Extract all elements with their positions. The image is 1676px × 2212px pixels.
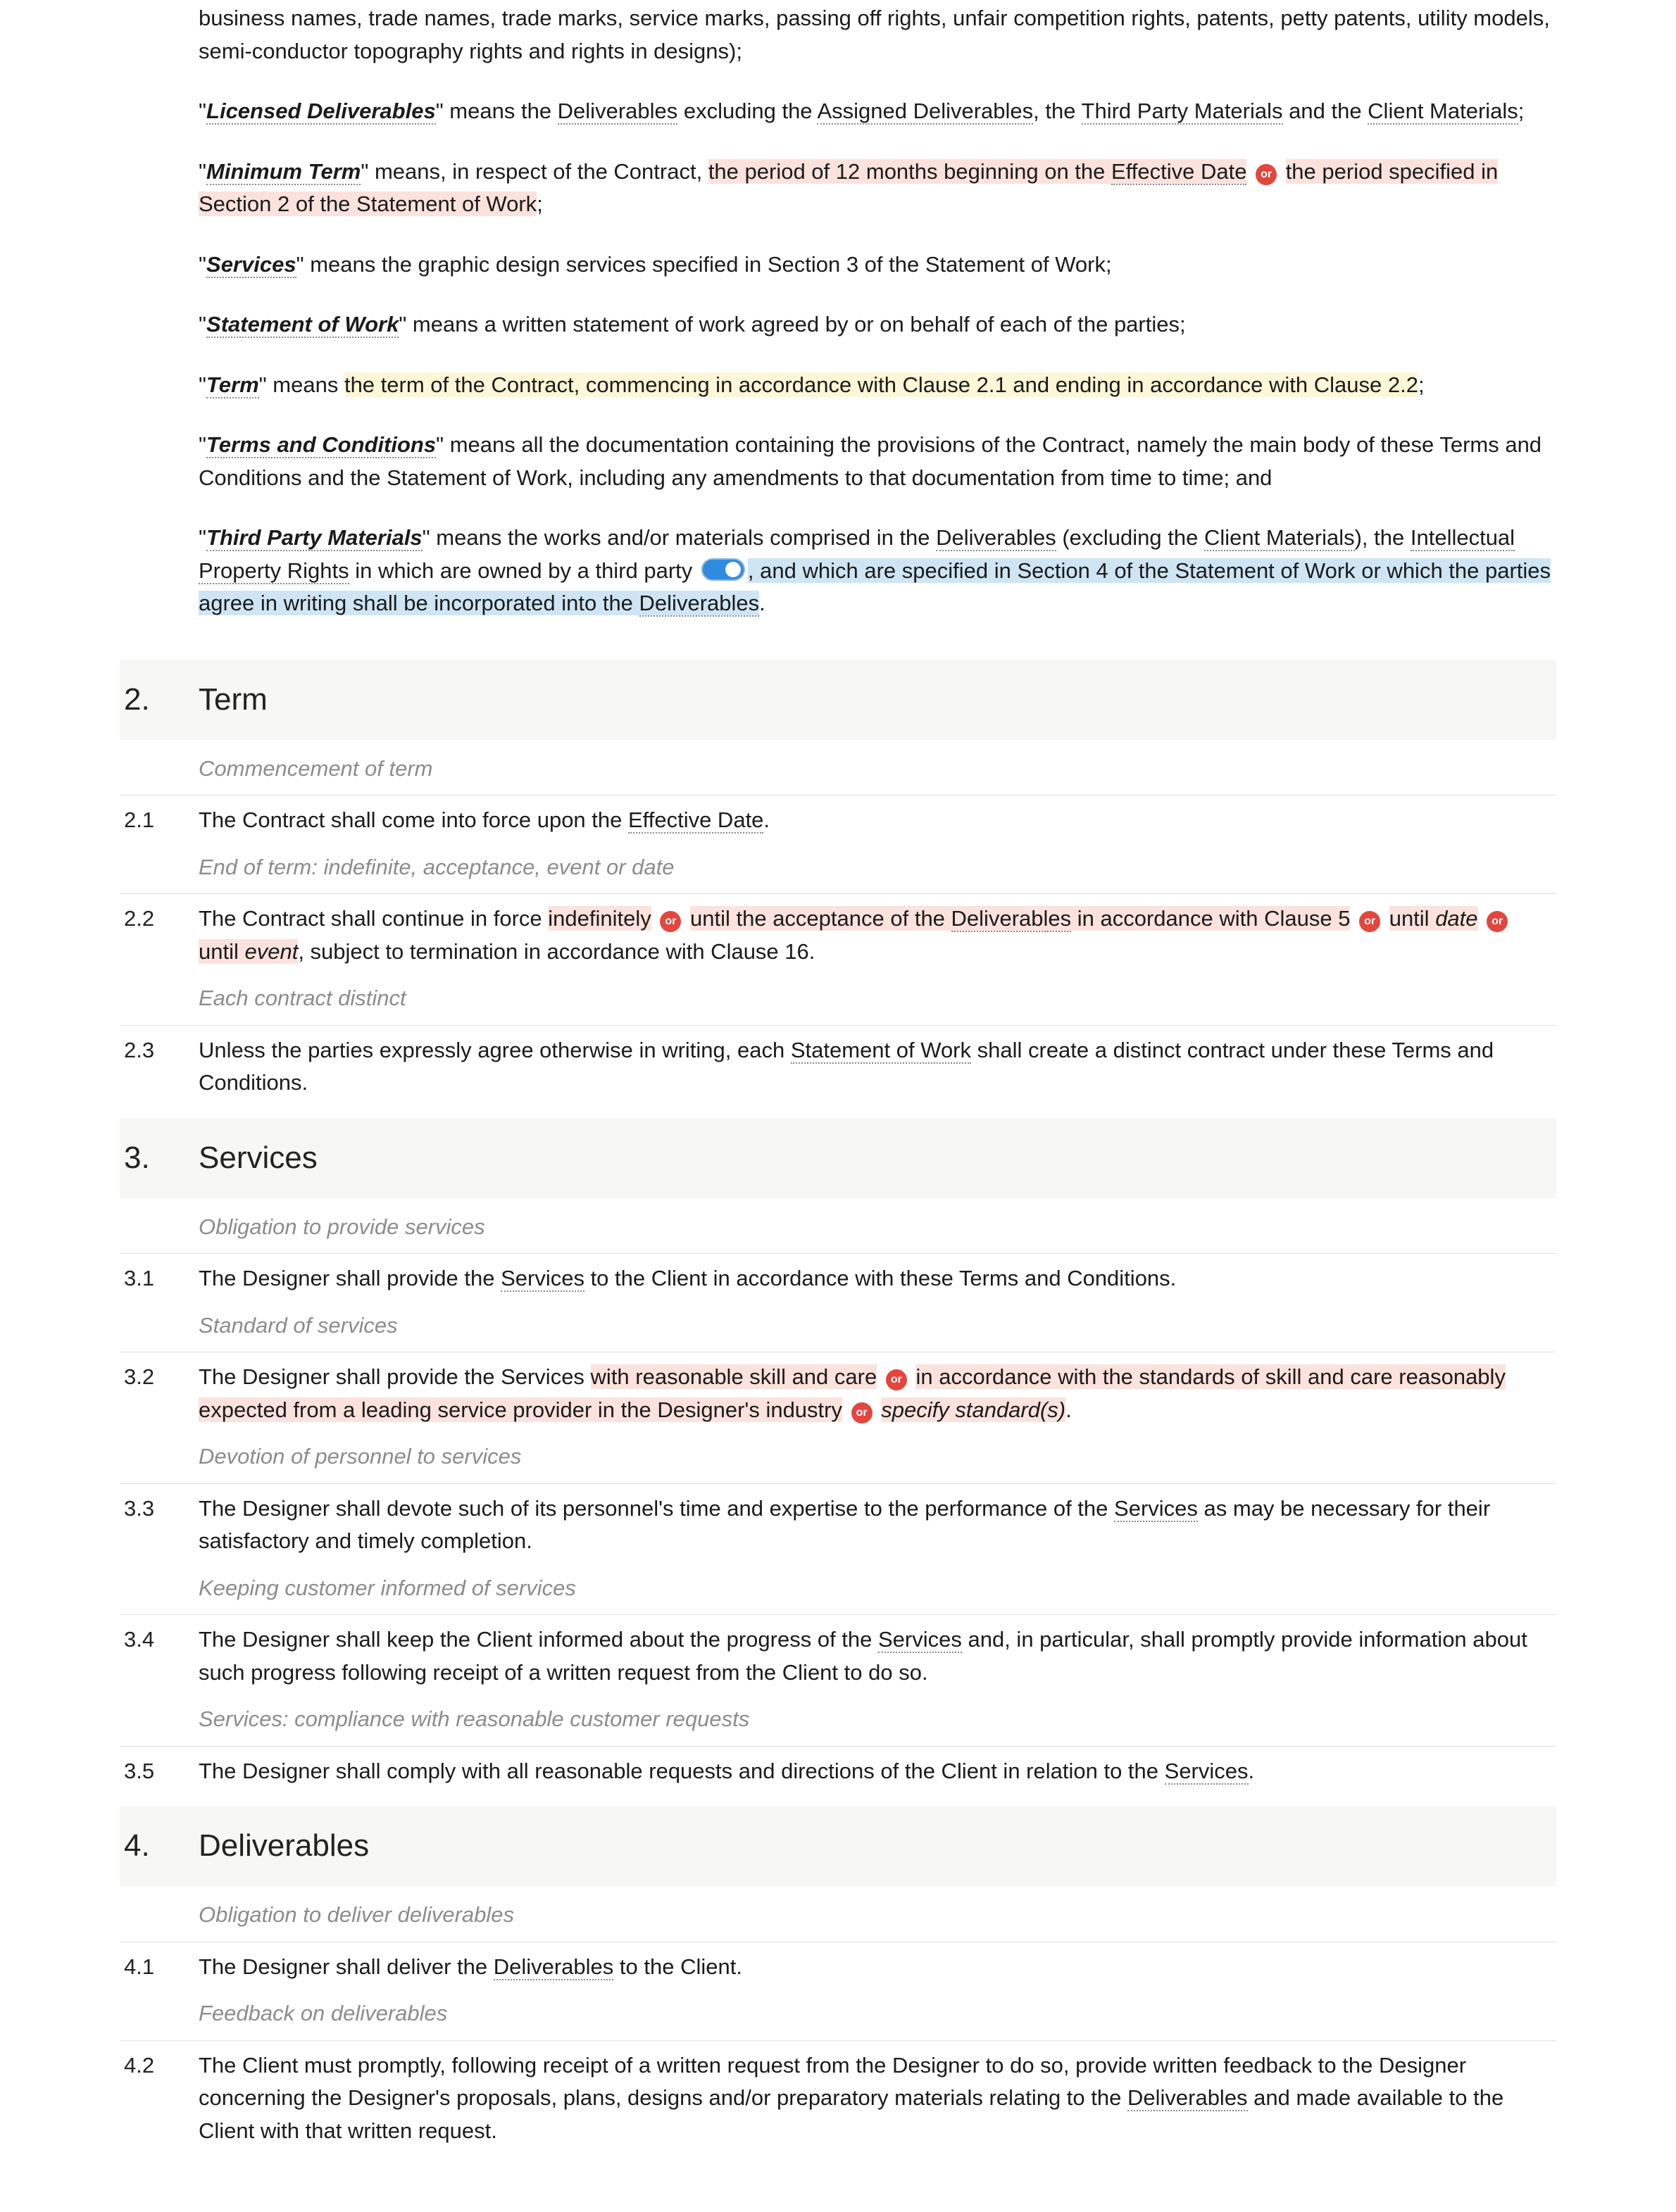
xref-deliverables[interactable]: Deliverables	[558, 99, 678, 125]
def-ip-tail: business names, trade names, trade marks…	[120, 0, 1556, 90]
or-badge[interactable]: or	[886, 1369, 907, 1390]
annotation: End of term: indefinite, acceptance, eve…	[120, 851, 1556, 895]
hl-term-body[interactable]: the term of the Contract, commencing in …	[344, 372, 1418, 397]
xref-services[interactable]: Services	[878, 1627, 962, 1653]
xref-effective-date[interactable]: Effective Date	[628, 807, 763, 834]
opt-22-2[interactable]: until the acceptance of the Deliverables…	[690, 906, 1350, 931]
clause-3-5: 3.5 The Designer shall comply with all r…	[120, 1755, 1556, 1790]
clause-3-1: 3.1 The Designer shall provide the Servi…	[120, 1262, 1556, 1297]
clause-num: 3.5	[120, 1755, 199, 1788]
xref-deliverables: Deliverables	[951, 906, 1072, 932]
term-tnc: Terms and Conditions	[206, 432, 436, 458]
clause-2-2: 2.2 The Contract shall continue in force…	[120, 903, 1556, 969]
clause-3-4: 3.4 The Designer shall keep the Client i…	[120, 1623, 1556, 1690]
annotation: Each contract distinct	[120, 982, 1556, 1026]
xref-assigned-deliverables[interactable]: Assigned Deliverables	[817, 99, 1033, 125]
xref-services[interactable]: Services	[501, 1266, 584, 1292]
clause-num: 3.2	[120, 1361, 199, 1394]
def-ip-tail-text: business names, trade names, trade marks…	[199, 2, 1556, 68]
annotation: Services: compliance with reasonable cus…	[120, 1703, 1556, 1747]
clause-num: 3.1	[120, 1262, 199, 1295]
section-head-deliverables: 4. Deliverables	[120, 1806, 1556, 1886]
xref-deliverables: Deliverables	[639, 591, 760, 617]
xref-services[interactable]: Services	[1165, 1759, 1249, 1785]
clause-3-2: 3.2 The Designer shall provide the Servi…	[120, 1361, 1556, 1428]
xref-effective-date: Effective Date	[1111, 159, 1246, 185]
clause-num: 3.4	[120, 1623, 199, 1657]
or-badge[interactable]: or	[660, 911, 681, 932]
clause-num: 2.3	[120, 1034, 199, 1067]
document-page: business names, trade names, trade marks…	[0, 0, 1676, 2180]
opt-min-1[interactable]: the period of 12 months beginning on the…	[708, 159, 1247, 184]
annotation: Obligation to provide services	[120, 1211, 1556, 1255]
annotation: Feedback on deliverables	[120, 1997, 1556, 2041]
xref-services[interactable]: Services	[1114, 1496, 1198, 1522]
or-badge[interactable]: or	[851, 1402, 873, 1424]
annotation: Devotion of personnel to services	[120, 1440, 1556, 1484]
section-title: Services	[199, 1135, 318, 1181]
or-badge[interactable]: or	[1487, 911, 1508, 932]
section-title: Deliverables	[199, 1823, 369, 1869]
or-badge[interactable]: or	[1359, 911, 1380, 932]
clause-2-1: 2.1 The Contract shall come into force u…	[120, 804, 1556, 838]
opt-32-1[interactable]: with reasonable skill and care	[591, 1364, 877, 1389]
xref-deliverables[interactable]: Deliverables	[494, 1954, 614, 1980]
term-services: Services	[206, 252, 296, 278]
section-title: Term	[199, 677, 268, 723]
annotation: Commencement of term	[120, 753, 1556, 796]
annotation: Keeping customer informed of services	[120, 1572, 1556, 1616]
clause-num: 2.2	[120, 903, 199, 936]
xref-sow[interactable]: Statement of Work	[791, 1038, 971, 1064]
fill-date: date	[1435, 906, 1477, 931]
clause-num: 2.1	[120, 804, 199, 837]
clause-4-2: 4.2 The Client must promptly, following …	[120, 2049, 1556, 2149]
opt-22-4[interactable]: until event	[199, 939, 298, 964]
clause-4-1: 4.1 The Designer shall deliver the Deliv…	[120, 1951, 1556, 1985]
clause-num: 4.2	[120, 2049, 199, 2082]
clause-3-3: 3.3 The Designer shall devote such of it…	[120, 1493, 1556, 1559]
section-num: 4.	[120, 1823, 199, 1869]
term-tpm: Third Party Materials	[206, 525, 423, 551]
def-tnc: "Terms and Conditions" means all the doc…	[120, 427, 1556, 517]
xref-deliverables[interactable]: Deliverables	[1127, 2085, 1248, 2111]
fill-event: event	[244, 939, 298, 964]
fill-standard[interactable]: specify standard(s)	[881, 1397, 1065, 1422]
opt-22-1[interactable]: indefinitely	[548, 906, 651, 931]
def-tpm: "Third Party Materials" means the works …	[120, 520, 1556, 643]
def-minimum-term: "Minimum Term" means, in respect of the …	[120, 153, 1556, 244]
term-licensed: Licensed Deliverables	[206, 99, 436, 125]
xref-client-materials[interactable]: Client Materials	[1368, 99, 1518, 125]
section-num: 3.	[120, 1135, 199, 1181]
clause-2-3: 2.3 Unless the parties expressly agree o…	[120, 1034, 1556, 1101]
clause-num: 3.3	[120, 1493, 199, 1526]
or-badge[interactable]: or	[1256, 164, 1277, 185]
section-head-services: 3. Services	[120, 1118, 1556, 1198]
xref-deliverables[interactable]: Deliverables	[936, 525, 1056, 551]
clause-num: 4.1	[120, 1951, 199, 1984]
toggle-tpm-optional[interactable]	[701, 558, 745, 581]
def-licensed-deliverables: "Licensed Deliverables" means the Delive…	[120, 93, 1556, 151]
term-minimum: Minimum Term	[206, 159, 361, 185]
section-head-term: 2. Term	[120, 660, 1556, 740]
opt-22-3[interactable]: until date	[1389, 906, 1478, 931]
def-term: "Term" means the term of the Contract, c…	[120, 367, 1556, 425]
annotation: Obligation to deliver deliverables	[120, 1899, 1556, 1942]
term-term: Term	[206, 372, 259, 398]
annotation: Standard of services	[120, 1309, 1556, 1353]
xref-third-party-materials[interactable]: Third Party Materials	[1082, 99, 1283, 125]
def-sow: "Statement of Work" means a written stat…	[120, 306, 1556, 364]
section-num: 2.	[120, 677, 199, 723]
xref-client-materials[interactable]: Client Materials	[1204, 525, 1355, 551]
term-sow: Statement of Work	[206, 312, 399, 338]
def-services: "Services" means the graphic design serv…	[120, 246, 1556, 304]
